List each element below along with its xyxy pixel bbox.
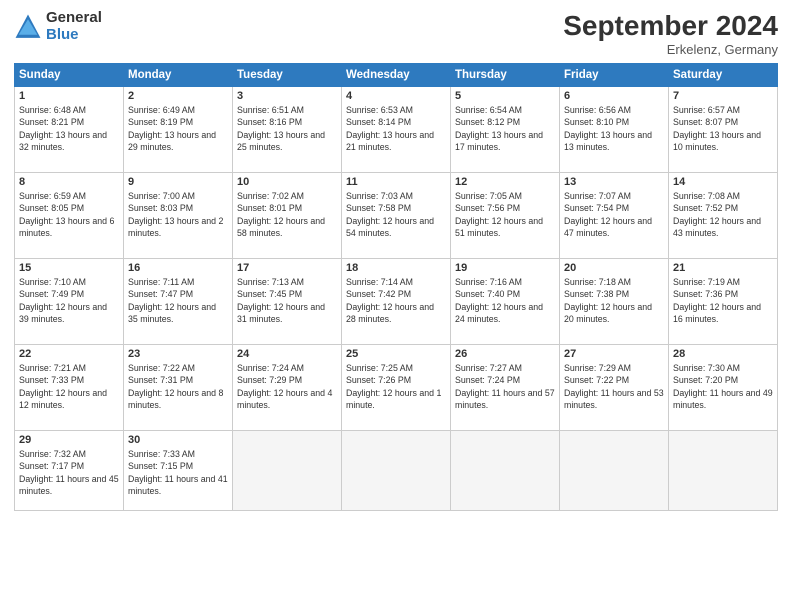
- page: General Blue September 2024 Erkelenz, Ge…: [0, 0, 792, 612]
- calendar: Sunday Monday Tuesday Wednesday Thursday…: [14, 63, 778, 511]
- day-14: 14 Sunrise: 7:08 AMSunset: 7:52 PMDaylig…: [669, 173, 778, 259]
- day-empty-4: [560, 431, 669, 511]
- day-16: 16 Sunrise: 7:11 AMSunset: 7:47 PMDaylig…: [124, 259, 233, 345]
- day-27: 27 Sunrise: 7:29 AMSunset: 7:22 PMDaylig…: [560, 345, 669, 431]
- day-1: 1 Sunrise: 6:48 AMSunset: 8:21 PMDayligh…: [15, 87, 124, 173]
- header: General Blue September 2024 Erkelenz, Ge…: [14, 10, 778, 57]
- col-monday: Monday: [124, 64, 233, 87]
- day-30: 30 Sunrise: 7:33 AMSunset: 7:15 PMDaylig…: [124, 431, 233, 511]
- logo-general: General: [46, 10, 102, 27]
- day-28: 28 Sunrise: 7:30 AMSunset: 7:20 PMDaylig…: [669, 345, 778, 431]
- day-23: 23 Sunrise: 7:22 AMSunset: 7:31 PMDaylig…: [124, 345, 233, 431]
- day-11: 11 Sunrise: 7:03 AMSunset: 7:58 PMDaylig…: [342, 173, 451, 259]
- col-wednesday: Wednesday: [342, 64, 451, 87]
- day-4: 4 Sunrise: 6:53 AMSunset: 8:14 PMDayligh…: [342, 87, 451, 173]
- day-18: 18 Sunrise: 7:14 AMSunset: 7:42 PMDaylig…: [342, 259, 451, 345]
- col-thursday: Thursday: [451, 64, 560, 87]
- col-friday: Friday: [560, 64, 669, 87]
- day-9: 9 Sunrise: 7:00 AMSunset: 8:03 PMDayligh…: [124, 173, 233, 259]
- day-10: 10 Sunrise: 7:02 AMSunset: 8:01 PMDaylig…: [233, 173, 342, 259]
- day-19: 19 Sunrise: 7:16 AMSunset: 7:40 PMDaylig…: [451, 259, 560, 345]
- day-3: 3 Sunrise: 6:51 AMSunset: 8:16 PMDayligh…: [233, 87, 342, 173]
- day-5: 5 Sunrise: 6:54 AMSunset: 8:12 PMDayligh…: [451, 87, 560, 173]
- day-empty-5: [669, 431, 778, 511]
- day-12: 12 Sunrise: 7:05 AMSunset: 7:56 PMDaylig…: [451, 173, 560, 259]
- week-row-5: 29 Sunrise: 7:32 AMSunset: 7:17 PMDaylig…: [15, 431, 778, 511]
- day-25: 25 Sunrise: 7:25 AMSunset: 7:26 PMDaylig…: [342, 345, 451, 431]
- day-6: 6 Sunrise: 6:56 AMSunset: 8:10 PMDayligh…: [560, 87, 669, 173]
- day-22: 22 Sunrise: 7:21 AMSunset: 7:33 PMDaylig…: [15, 345, 124, 431]
- logo-text: General Blue: [46, 10, 102, 43]
- logo-blue: Blue: [46, 27, 102, 44]
- col-sunday: Sunday: [15, 64, 124, 87]
- day-empty-2: [342, 431, 451, 511]
- day-empty-1: [233, 431, 342, 511]
- logo-icon: [14, 13, 42, 41]
- day-2: 2 Sunrise: 6:49 AMSunset: 8:19 PMDayligh…: [124, 87, 233, 173]
- week-row-4: 22 Sunrise: 7:21 AMSunset: 7:33 PMDaylig…: [15, 345, 778, 431]
- day-empty-3: [451, 431, 560, 511]
- day-20: 20 Sunrise: 7:18 AMSunset: 7:38 PMDaylig…: [560, 259, 669, 345]
- day-7: 7 Sunrise: 6:57 AMSunset: 8:07 PMDayligh…: [669, 87, 778, 173]
- logo: General Blue: [14, 10, 102, 43]
- location-subtitle: Erkelenz, Germany: [563, 42, 778, 57]
- col-tuesday: Tuesday: [233, 64, 342, 87]
- day-8: 8 Sunrise: 6:59 AMSunset: 8:05 PMDayligh…: [15, 173, 124, 259]
- day-15: 15 Sunrise: 7:10 AMSunset: 7:49 PMDaylig…: [15, 259, 124, 345]
- week-row-3: 15 Sunrise: 7:10 AMSunset: 7:49 PMDaylig…: [15, 259, 778, 345]
- title-block: September 2024 Erkelenz, Germany: [563, 10, 778, 57]
- week-row-1: 1 Sunrise: 6:48 AMSunset: 8:21 PMDayligh…: [15, 87, 778, 173]
- day-13: 13 Sunrise: 7:07 AMSunset: 7:54 PMDaylig…: [560, 173, 669, 259]
- day-17: 17 Sunrise: 7:13 AMSunset: 7:45 PMDaylig…: [233, 259, 342, 345]
- day-26: 26 Sunrise: 7:27 AMSunset: 7:24 PMDaylig…: [451, 345, 560, 431]
- col-saturday: Saturday: [669, 64, 778, 87]
- week-row-2: 8 Sunrise: 6:59 AMSunset: 8:05 PMDayligh…: [15, 173, 778, 259]
- day-21: 21 Sunrise: 7:19 AMSunset: 7:36 PMDaylig…: [669, 259, 778, 345]
- month-title: September 2024: [563, 10, 778, 42]
- calendar-header-row: Sunday Monday Tuesday Wednesday Thursday…: [15, 64, 778, 87]
- day-29: 29 Sunrise: 7:32 AMSunset: 7:17 PMDaylig…: [15, 431, 124, 511]
- day-24: 24 Sunrise: 7:24 AMSunset: 7:29 PMDaylig…: [233, 345, 342, 431]
